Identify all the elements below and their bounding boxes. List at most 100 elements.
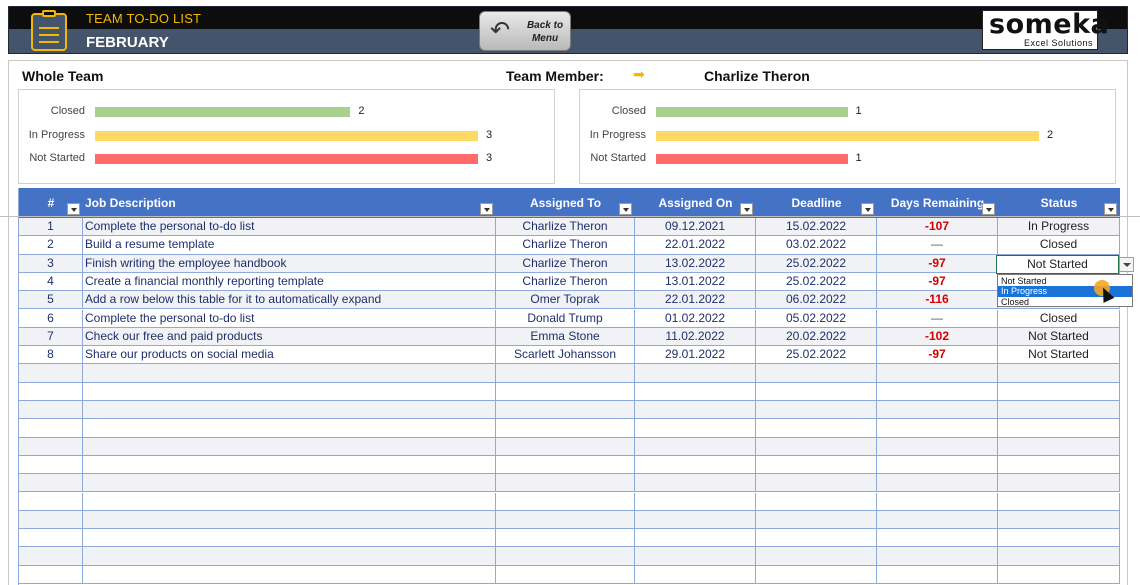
filter-dropdown-icon[interactable] [861,203,874,215]
filter-dropdown-icon[interactable] [67,203,80,215]
table-cell-assigned-to [496,455,635,475]
chart-value-label: 2 [1047,128,1054,141]
table-cell-job [83,565,496,584]
table-cell-status[interactable] [998,455,1120,475]
table-cell-status[interactable] [998,529,1120,548]
table-cell-status[interactable] [998,364,1120,383]
table-cell-job [83,510,496,530]
table-cell-num [19,364,83,383]
table-cell-deadline: 25.02.2022 [756,346,877,365]
filter-dropdown-icon[interactable] [1104,203,1117,215]
table-cell-days [877,547,998,566]
table-row [19,419,1120,438]
table-cell-deadline [756,510,877,530]
table-cell-status[interactable] [998,565,1120,584]
table-cell-job [83,474,496,493]
table-cell-status[interactable]: Closed [998,236,1120,255]
task-table: # Job Description Assigned To Assigned On De… [18,188,1120,585]
table-row: 2 Build a resume template Charlize Theron 2… [19,236,1120,255]
table-cell-assigned-on [635,474,756,493]
table-cell-status[interactable]: Closed [998,309,1120,328]
table-cell-assigned-on: 22.01.2022 [635,236,756,255]
table-cell-days: — [877,309,998,328]
table-header: # Job Description Assigned To Assigned On De… [19,188,1120,218]
back-button-label: Back to Menu [526,20,564,44]
table-row [19,437,1120,456]
table-cell-job: Complete the personal to-do list [83,218,496,237]
checklist-icon [31,10,67,51]
chart-category-label: Closed [50,105,85,117]
table-cell-assigned-to: Donald Trump [496,309,635,328]
chart-bar [656,130,1039,141]
table-cell-job [83,382,496,401]
back-arrow-icon: ↶ [490,17,511,44]
month-title: FEBRUARY [86,34,169,51]
table-cell-deadline: 15.02.2022 [756,218,877,237]
table-cell-status[interactable] [998,382,1120,401]
table-cell-status[interactable]: Not Started [998,327,1120,347]
table-cell-num [19,437,83,456]
table-cell-status[interactable] [998,510,1120,530]
table-cell-assigned-on: 09.12.2021 [635,218,756,237]
filter-dropdown-icon[interactable] [480,203,493,215]
filter-dropdown-icon[interactable] [619,203,632,215]
table-cell-assigned-to [496,492,635,511]
table-cell-deadline [756,492,877,511]
dropdown-arrow-button[interactable] [1119,257,1134,272]
column-header: Status [998,188,1120,218]
table-cell-assigned-to [496,547,635,566]
table-cell-status[interactable] [998,401,1120,420]
table-cell-assigned-on: 01.02.2022 [635,309,756,328]
table-cell-days [877,437,998,456]
table-cell-deadline [756,382,877,401]
table-cell-days [877,382,998,401]
table-cell-deadline [756,419,877,438]
table-cell-job: Add a row below this table for it to aut… [83,291,496,310]
team-member-select[interactable]: Charlize Theron [704,68,810,84]
table-cell-assigned-to: Charlize Theron [496,236,635,255]
table-cell-job [83,455,496,475]
filter-dropdown-icon[interactable] [740,203,753,215]
table-cell-job: Build a resume template [83,236,496,255]
table-cell-job [83,419,496,438]
brand-name: someka [989,9,1110,40]
table-cell-assigned-on: 29.01.2022 [635,346,756,365]
table-cell-num: 1 [19,218,83,237]
table-cell-status[interactable] [998,474,1120,493]
table-cell-days: -97 [877,254,998,273]
table-row [19,510,1120,530]
status-cell-selected[interactable]: Not Started [996,255,1119,274]
chart-bar [95,154,478,164]
whole-team-chart: Closed 2 In Progress 3 Not Started 3 [18,89,555,184]
dropdown-option[interactable]: Not Started [998,276,1132,287]
table-row: 5 Add a row below this table for it to au… [19,291,1120,310]
table-cell-num [19,565,83,584]
separator-line [0,216,1140,217]
table-cell-status[interactable] [998,437,1120,456]
chart-value-label: 1 [855,105,862,117]
table-cell-days [877,510,998,530]
header-bar: TEAM TO-DO LIST FEBRUARY ↶ Back to Menu … [8,6,1128,54]
table-cell-assigned-to [496,565,635,584]
table-cell-status[interactable]: In Progress [998,218,1120,237]
table-cell-status[interactable] [998,492,1120,511]
chart-bar [656,107,848,117]
filter-dropdown-icon[interactable] [982,203,995,215]
column-header: Days Remaining [877,188,998,218]
table-cell-days [877,419,998,438]
chart-category-label: In Progress [28,128,85,141]
table-cell-days [877,474,998,493]
app-window: TEAM TO-DO LIST FEBRUARY ↶ Back to Menu … [0,0,1140,585]
table-row [19,401,1120,420]
table-cell-status[interactable]: Not Started [998,346,1120,365]
table-row [19,547,1120,566]
table-cell-deadline [756,547,877,566]
column-header-label: Deadline [791,196,842,210]
back-to-menu-button[interactable]: ↶ Back to Menu [479,11,571,51]
table-row [19,492,1120,511]
table-cell-assigned-on: 13.01.2022 [635,272,756,292]
table-cell-assigned-on [635,510,756,530]
table-cell-deadline [756,455,877,475]
table-cell-status[interactable] [998,419,1120,438]
table-cell-status[interactable] [998,547,1120,566]
